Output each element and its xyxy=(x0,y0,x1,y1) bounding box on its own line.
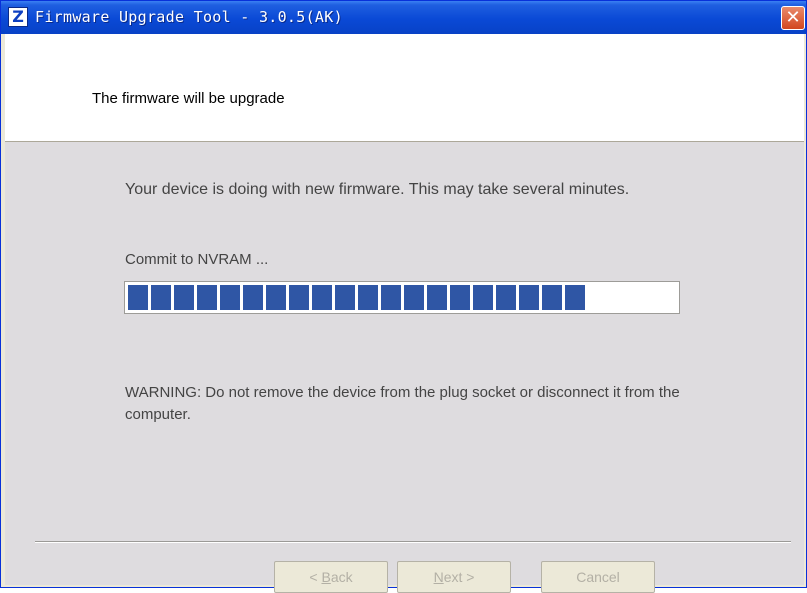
progress-segment xyxy=(358,285,378,310)
progress-segment xyxy=(565,285,585,310)
app-z-icon: Z xyxy=(8,7,28,27)
back-rest: ack xyxy=(330,569,353,585)
progress-fill xyxy=(128,285,676,310)
status-text: Commit to NVRAM ... xyxy=(125,251,269,268)
progress-segment xyxy=(197,285,217,310)
progress-segment xyxy=(243,285,263,310)
progress-segment xyxy=(266,285,286,310)
upgrade-message: Your device is doing with new firmware. … xyxy=(125,181,630,198)
progress-segment xyxy=(542,285,562,310)
progress-segment xyxy=(450,285,470,310)
window-title: Firmware Upgrade Tool - 3.0.5(AK) xyxy=(35,8,343,26)
header-text: The firmware will be upgrade xyxy=(92,90,285,107)
next-mnemonic: N xyxy=(433,569,444,585)
progress-segment xyxy=(381,285,401,310)
progress-segment xyxy=(496,285,516,310)
progress-segment xyxy=(151,285,171,310)
wizard-body xyxy=(5,142,804,585)
progress-segment xyxy=(174,285,194,310)
progress-segment xyxy=(519,285,539,310)
cancel-button[interactable]: Cancel xyxy=(541,561,655,593)
progress-bar xyxy=(124,281,680,314)
button-separator xyxy=(35,541,791,543)
close-button[interactable]: ✕ xyxy=(781,6,805,30)
back-mnemonic: B xyxy=(321,569,331,585)
progress-segment xyxy=(220,285,240,310)
progress-segment xyxy=(335,285,355,310)
progress-segment xyxy=(312,285,332,310)
title-bar[interactable]: Z Firmware Upgrade Tool - 3.0.5(AK) ✕ xyxy=(1,1,806,34)
firmware-upgrade-window: Z Firmware Upgrade Tool - 3.0.5(AK) ✕ Th… xyxy=(0,0,807,593)
progress-segment xyxy=(404,285,424,310)
back-prefix: < xyxy=(309,569,322,585)
back-button[interactable]: < Back xyxy=(274,561,388,593)
progress-segment xyxy=(128,285,148,310)
wizard-header: The firmware will be upgrade xyxy=(5,34,804,142)
next-rest: ext > xyxy=(443,569,475,585)
warning-text: WARNING: Do not remove the device from t… xyxy=(125,384,680,423)
progress-segment xyxy=(289,285,309,310)
progress-segment xyxy=(427,285,447,310)
next-button[interactable]: Next > xyxy=(397,561,511,593)
progress-segment xyxy=(473,285,493,310)
